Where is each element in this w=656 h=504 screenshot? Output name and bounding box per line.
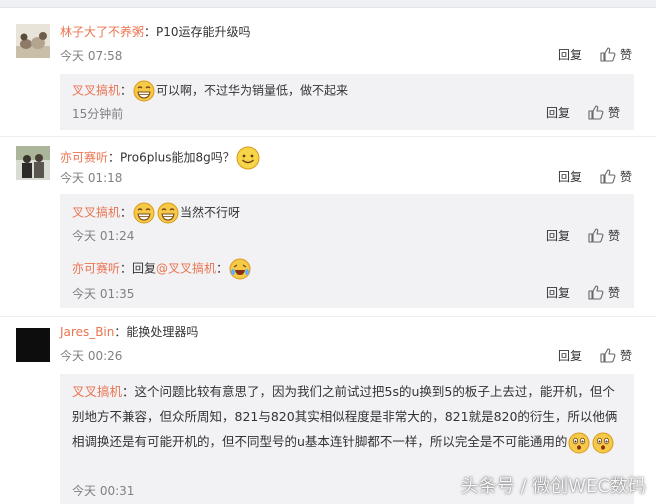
- thumbs-up-icon: [600, 348, 616, 363]
- grin-emoji: [133, 202, 155, 224]
- divider: [0, 136, 656, 137]
- reply-button[interactable]: 回复: [558, 46, 582, 63]
- reply-text: 可以啊，不过华为销量低，做不起来: [156, 83, 349, 98]
- reply-username[interactable]: 亦可赛听: [72, 262, 120, 276]
- surprised-emoji: [568, 432, 590, 454]
- comment-time: 今天 07:58: [60, 49, 123, 63]
- like-button[interactable]: 赞: [600, 46, 632, 63]
- thumbs-up-icon: [600, 47, 616, 62]
- grin-emoji: [157, 202, 179, 224]
- reply-time: 今天 01:24: [72, 229, 135, 243]
- reply-box: 叉叉搞机： 可以啊，不过华为销量低，做不起来 15分钟前 回复 赞: [60, 74, 634, 130]
- reply-actions: 回复 赞: [546, 104, 620, 121]
- reply-button[interactable]: 回复: [546, 284, 570, 301]
- divider: [0, 316, 656, 317]
- comment-text: P10运存能升级吗: [156, 25, 251, 39]
- reply-button[interactable]: 回复: [558, 168, 582, 185]
- like-button[interactable]: 赞: [588, 227, 620, 244]
- comment-actions: 回复 赞: [558, 168, 632, 185]
- thumbs-up-icon: [588, 285, 604, 300]
- reply-time: 今天 01:35: [72, 287, 135, 301]
- reply-time: 今天 00:31: [72, 484, 135, 498]
- avatar[interactable]: [16, 146, 50, 180]
- reply-text: 这个问题比较有意思了，因为我们之前试过把5s的u换到5的板子上去过，能开机，但个…: [72, 384, 618, 449]
- reply-text: 当然不行呀: [180, 205, 241, 220]
- thumbs-up-icon: [588, 105, 604, 120]
- top-strip: [0, 0, 656, 8]
- comment-actions: 回复 赞: [558, 46, 632, 63]
- avatar[interactable]: [16, 328, 50, 362]
- comment-username[interactable]: Jares_Bin: [60, 325, 114, 339]
- surprised-emoji: [592, 432, 614, 454]
- comment-text: Pro6plus能加8g吗？: [120, 150, 235, 165]
- like-button[interactable]: 赞: [600, 168, 632, 185]
- reply-button[interactable]: 回复: [558, 347, 582, 364]
- watermark: 头条号 / 微创WEC数码: [460, 476, 646, 497]
- reply-text: 回复: [132, 261, 157, 276]
- comment-actions: 回复 赞: [558, 347, 632, 364]
- comment-time: 今天 00:26: [60, 349, 123, 363]
- comment-text: 能换处理器吗: [126, 325, 199, 339]
- comment-username[interactable]: 林子大了不养粥: [60, 25, 144, 39]
- avatar[interactable]: [16, 24, 50, 58]
- reply-button[interactable]: 回复: [546, 227, 570, 244]
- like-button[interactable]: 赞: [588, 104, 620, 121]
- comment-time: 今天 01:18: [60, 171, 123, 185]
- mention-link[interactable]: @叉叉搞机: [156, 262, 216, 276]
- laugh-cry-emoji: [229, 258, 251, 280]
- smile-emoji: [236, 146, 260, 170]
- comment-username[interactable]: 亦可赛听: [60, 151, 108, 165]
- like-button[interactable]: 赞: [600, 347, 632, 364]
- reply-username[interactable]: 叉叉搞机: [72, 84, 120, 98]
- grin-emoji: [133, 80, 155, 102]
- reply-actions: 回复 赞: [546, 284, 620, 301]
- thumbs-up-icon: [588, 228, 604, 243]
- reply-username[interactable]: 叉叉搞机: [72, 206, 120, 220]
- reply-actions: 回复 赞: [546, 227, 620, 244]
- reply-box: 叉叉搞机： 当然不行呀 今天 01:24 回复 赞 亦可赛听：回复@叉叉搞机： 今…: [60, 194, 634, 308]
- reply-time: 15分钟前: [72, 107, 124, 121]
- thumbs-up-icon: [600, 169, 616, 184]
- reply-button[interactable]: 回复: [546, 104, 570, 121]
- like-button[interactable]: 赞: [588, 284, 620, 301]
- reply-username[interactable]: 叉叉搞机: [72, 384, 122, 399]
